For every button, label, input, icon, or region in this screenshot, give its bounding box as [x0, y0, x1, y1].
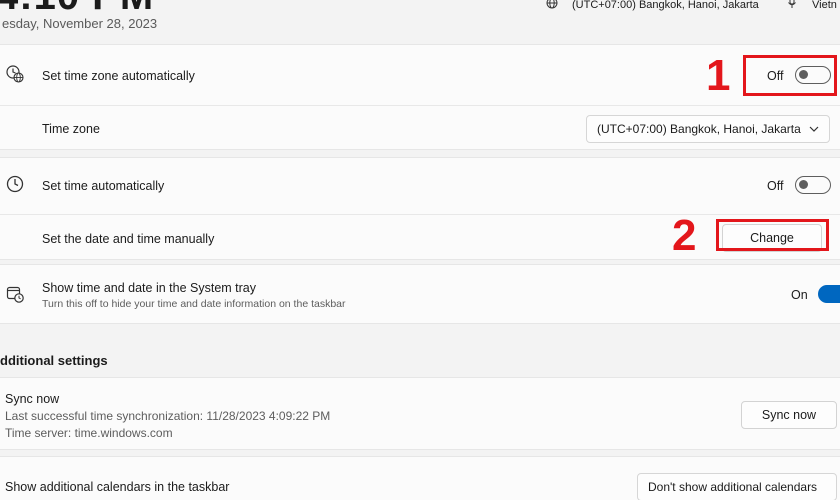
- additional-calendars-dropdown[interactable]: Don't show additional calendars: [637, 473, 837, 500]
- sync-label: Sync now: [5, 392, 60, 406]
- system-tray-toggle[interactable]: [818, 285, 840, 303]
- time-server-text: Time server: time.windows.com: [5, 426, 173, 440]
- annotation-step-1: 1: [706, 51, 731, 100]
- additional-settings-heading: dditional settings: [0, 353, 108, 368]
- auto-time-label: Set time automatically: [42, 179, 165, 193]
- header-timezone: (UTC+07:00) Bangkok, Hanoi, Jakarta: [572, 0, 759, 11]
- system-tray-description: Turn this off to hide your time and date…: [42, 298, 346, 310]
- header-region: Vietn: [812, 0, 837, 11]
- system-tray-label: Show time and date in the System tray: [42, 281, 256, 295]
- system-tray-state: On: [791, 288, 808, 302]
- auto-time-state: Off: [767, 179, 784, 193]
- timezone-label: Time zone: [42, 122, 100, 136]
- calendars-card: Show additional calendars in the taskbar…: [0, 456, 840, 500]
- additional-calendars-value: Don't show additional calendars: [648, 480, 818, 494]
- additional-calendars-label: Show additional calendars in the taskbar: [5, 480, 230, 494]
- annotation-box-1: [743, 55, 837, 96]
- sync-now-button[interactable]: Sync now: [741, 401, 837, 429]
- globe-icon: [546, 0, 558, 9]
- auto-time-toggle[interactable]: [795, 176, 831, 194]
- auto-timezone-label: Set time zone automatically: [42, 69, 195, 83]
- microphone-icon: [788, 0, 796, 8]
- globe-clock-icon: [6, 65, 24, 83]
- annotation-step-2: 2: [672, 211, 697, 260]
- calendar-clock-icon: [6, 286, 24, 303]
- last-sync-text: Last successful time synchronization: 11…: [5, 409, 331, 423]
- system-tray-card: Show time and date in the System tray Tu…: [0, 264, 840, 324]
- current-date: esday, November 28, 2023: [2, 16, 158, 31]
- clock-icon: [6, 175, 24, 193]
- manual-datetime-label: Set the date and time manually: [42, 232, 215, 246]
- timezone-dropdown-value: (UTC+07:00) Bangkok, Hanoi, Jakarta: [597, 122, 801, 136]
- sync-card: Sync now Last successful time synchroniz…: [0, 377, 840, 450]
- time-card: Set time automatically Off Set the date …: [0, 157, 840, 260]
- chevron-down-icon: [809, 126, 819, 132]
- annotation-box-2: [716, 219, 829, 251]
- timezone-dropdown[interactable]: (UTC+07:00) Bangkok, Hanoi, Jakarta: [586, 115, 830, 143]
